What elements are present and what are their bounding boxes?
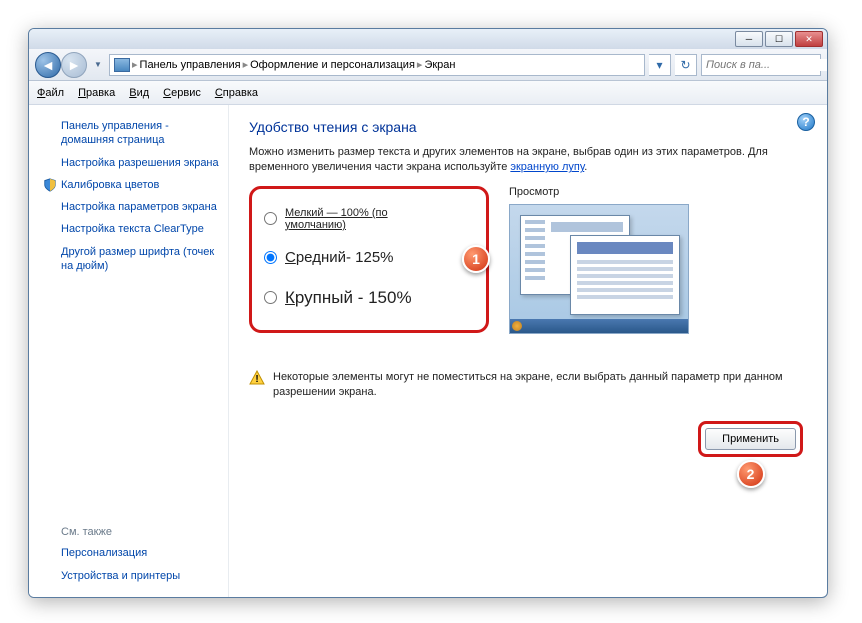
callout-2: 2 [737,460,765,488]
sidebar-home[interactable]: Панель управления - домашняя страница [43,115,228,152]
preview-label: Просмотр [509,186,807,198]
sidebar-resolution[interactable]: Настройка разрешения экрана [43,152,228,174]
sidebar: Панель управления - домашняя страница На… [29,105,229,597]
address-bar: ◄ ► ▼ ▸ Панель управления ▸ Оформление и… [29,49,827,81]
main-area: Панель управления - домашняя страница На… [29,105,827,597]
search-box[interactable]: 🔍 [701,54,821,76]
minimize-button[interactable]: ─ [735,31,763,47]
menu-file[interactable]: Файл [37,87,64,99]
svg-text:!: ! [255,374,258,385]
radio-small[interactable] [264,212,277,225]
control-panel-icon [114,58,130,72]
preview-section: Просмотр [509,186,807,334]
nav-history-dropdown[interactable]: ▼ [91,55,105,75]
warning-row: ! Некоторые элементы могут не поместитьс… [249,370,807,401]
radio-large-label[interactable]: Крупный - 150% [285,288,412,308]
preview-image [509,204,689,334]
radio-small-label[interactable]: Мелкий — 100% (по умолчанию) [285,207,448,231]
close-button[interactable]: ✕ [795,31,823,47]
apply-highlight: Применить 2 [698,421,803,457]
breadcrumb-mid[interactable]: Оформление и персонализация [250,59,415,71]
sidebar-seealso-header: См. также [43,520,228,542]
menu-view[interactable]: Вид [129,87,149,99]
search-input[interactable] [706,59,828,71]
warning-icon: ! [249,370,265,386]
menu-edit[interactable]: Правка [78,87,115,99]
warning-text: Некоторые элементы могут не поместиться … [273,370,807,401]
control-panel-window: ─ ☐ ✕ ◄ ► ▼ ▸ Панель управления ▸ Оформл… [28,28,828,598]
back-button[interactable]: ◄ [35,52,61,78]
forward-button[interactable]: ► [61,52,87,78]
sidebar-devices[interactable]: Устройства и принтеры [43,565,228,587]
titlebar: ─ ☐ ✕ [29,29,827,49]
breadcrumb-root[interactable]: Панель управления [140,59,241,71]
menu-bar: Файл Правка Вид Сервис Справка [29,81,827,105]
help-icon[interactable]: ? [797,113,815,131]
maximize-button[interactable]: ☐ [765,31,793,47]
sidebar-params[interactable]: Настройка параметров экрана [43,196,228,218]
callout-1: 1 [462,245,490,273]
sidebar-dpi[interactable]: Другой размер шрифта (точек на дюйм) [43,241,228,278]
magnifier-link[interactable]: экранную лупу [510,161,584,173]
size-options-highlight: Мелкий — 100% (по умолчанию) Средний- 12… [249,186,489,333]
refresh-dropdown[interactable]: ▾ [649,54,671,76]
refresh-button[interactable]: ↻ [675,54,697,76]
page-description: Можно изменить размер текста и других эл… [249,145,807,176]
page-title: Удобство чтения с экрана [249,119,807,135]
breadcrumb-leaf[interactable]: Экран [424,59,455,71]
menu-tools[interactable]: Сервис [163,87,201,99]
breadcrumb[interactable]: ▸ Панель управления ▸ Оформление и персо… [109,54,645,76]
content-pane: ? Удобство чтения с экрана Можно изменит… [229,105,827,597]
sidebar-cleartype[interactable]: Настройка текста ClearType [43,218,228,240]
sidebar-calibrate[interactable]: Калибровка цветов [43,174,228,196]
radio-large[interactable] [264,291,277,304]
radio-medium-label[interactable]: Средний- 125% [285,249,394,266]
shield-icon [43,178,57,192]
sidebar-personalization[interactable]: Персонализация [43,542,228,564]
apply-button[interactable]: Применить [705,428,796,450]
radio-medium[interactable] [264,251,277,264]
menu-help[interactable]: Справка [215,87,258,99]
